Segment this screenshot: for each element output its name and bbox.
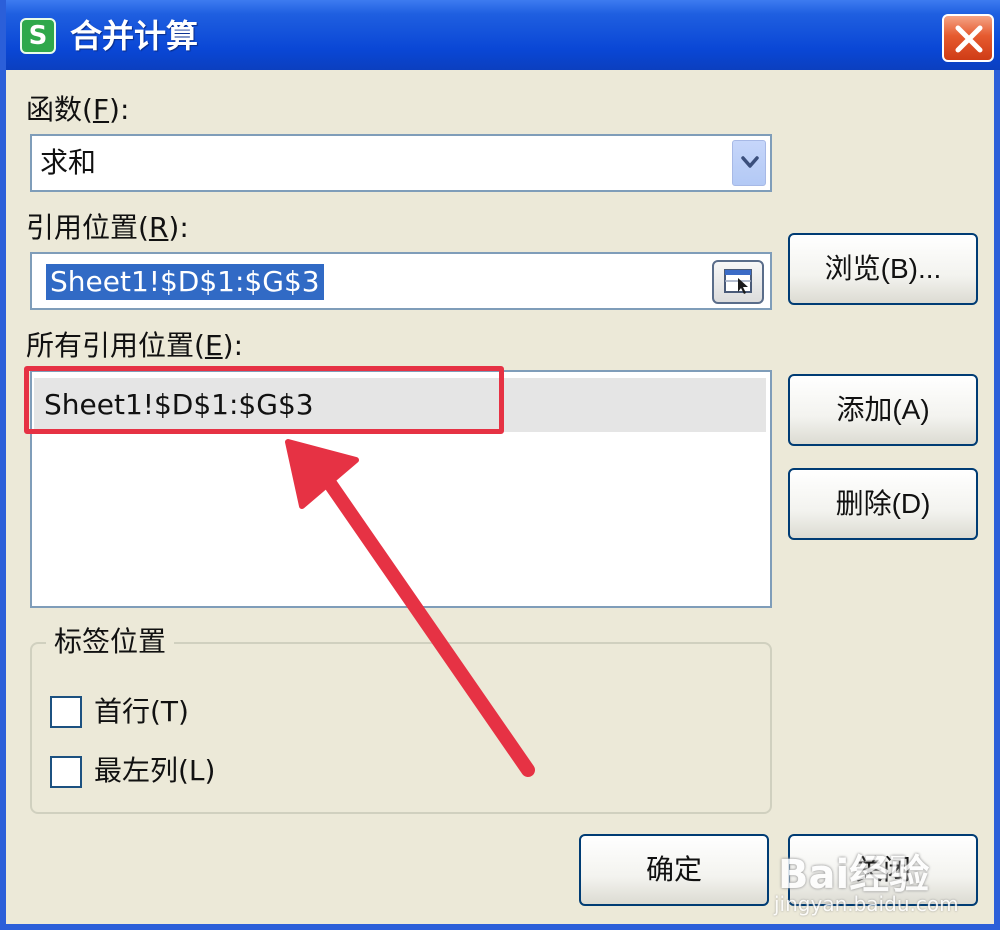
- delete-button[interactable]: 删除(D): [788, 468, 978, 540]
- annotation-highlight-box: [24, 366, 504, 434]
- function-dropdown-button[interactable]: [732, 140, 766, 186]
- function-label: 函数(F):: [26, 93, 130, 126]
- range-picker-button[interactable]: [712, 260, 764, 304]
- all-references-label: 所有引用位置(E):: [26, 329, 243, 362]
- function-select[interactable]: 求和: [30, 134, 772, 192]
- dialog-title: 合并计算: [70, 17, 199, 55]
- close-button[interactable]: 关闭: [788, 834, 978, 906]
- top-row-checkbox[interactable]: [50, 696, 82, 728]
- add-button[interactable]: 添加(A): [788, 374, 978, 446]
- browse-button[interactable]: 浏览(B)...: [788, 233, 978, 305]
- reference-input-value: Sheet1!$D$1:$G$3: [46, 264, 324, 300]
- close-icon: [955, 25, 983, 53]
- consolidate-dialog: S 合并计算 函数(F): 求和 引用位置(R): Sheet1!$D$1:$G…: [0, 0, 1000, 930]
- function-select-value: 求和: [40, 146, 97, 179]
- chevron-down-icon: [741, 156, 759, 168]
- left-column-label[interactable]: 最左列(L): [94, 753, 215, 789]
- range-picker-icon: [724, 269, 752, 294]
- ok-button[interactable]: 确定: [579, 834, 769, 906]
- left-column-checkbox[interactable]: [50, 756, 82, 788]
- reference-label: 引用位置(R):: [26, 211, 189, 244]
- reference-input[interactable]: Sheet1!$D$1:$G$3: [30, 252, 772, 310]
- top-row-label[interactable]: 首行(T): [94, 694, 189, 730]
- close-window-button[interactable]: [942, 14, 994, 62]
- title-bar[interactable]: S 合并计算: [6, 0, 1000, 70]
- label-position-legend: 标签位置: [46, 624, 175, 660]
- spreadsheet-app-icon: S: [20, 18, 56, 54]
